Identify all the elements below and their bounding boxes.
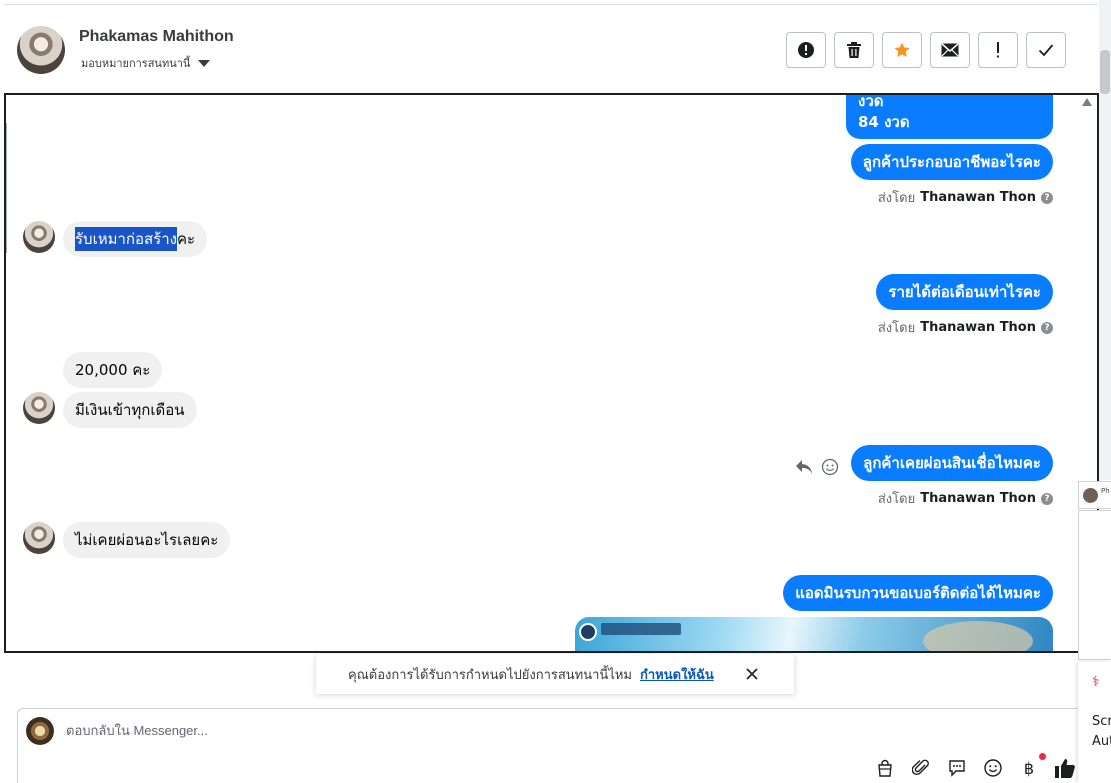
chevron-down-icon: [198, 59, 211, 67]
reply-icon[interactable]: [795, 459, 813, 475]
extension-popup-partial: ⚕ Scr Aut: [1078, 662, 1111, 783]
saved-reply-icon: [949, 760, 965, 777]
stethoscope-icon: ⚕: [1092, 674, 1100, 690]
sent-by-label: ส่งโดย Thanawan Thon ?: [878, 187, 1053, 208]
assign-label: มอบหมายการสนทนานี้: [81, 57, 191, 70]
baht-payment-icon: ฿: [1023, 758, 1035, 778]
notification-dot: [1039, 753, 1046, 760]
message-text: แอดมินรบกวนขอเบอร์ติดต่อได้ไหมคะ: [795, 584, 1041, 602]
alert-circle-icon: [798, 42, 814, 58]
message-line: 84 งวด: [858, 113, 910, 131]
incoming-message[interactable]: 20,000 คะ: [63, 352, 163, 388]
conversation-toolbar: [786, 32, 1066, 68]
follow-up-button[interactable]: [978, 32, 1018, 68]
incoming-message[interactable]: ไม่เคยผ่อนอะไรเลยคะ: [63, 522, 231, 558]
scroll-up-arrow-icon[interactable]: [1082, 98, 1092, 106]
sent-by-label: ส่งโดย Thanawan Thon ?: [878, 317, 1053, 338]
page-avatar: [26, 717, 54, 745]
message-text: คะ: [176, 230, 196, 248]
contact-avatar[interactable]: [17, 26, 65, 74]
brand-logo-icon: [579, 623, 597, 641]
paperclip-icon: [912, 759, 929, 776]
image-attachment[interactable]: [575, 617, 1053, 651]
shopping-bag-button[interactable]: [874, 757, 896, 779]
contact-name[interactable]: Phakamas Mahithon: [79, 28, 234, 46]
help-icon[interactable]: ?: [1041, 492, 1053, 505]
outgoing-message[interactable]: ลูกค้าเคยผ่อนสินเชื่อไหมคะ: [851, 445, 1053, 481]
mark-unread-button[interactable]: [930, 32, 970, 68]
contact-avatar-small[interactable]: [23, 221, 55, 253]
shopping-bag-icon: [878, 759, 892, 777]
chat-head-tab[interactable]: Ph: [1078, 481, 1111, 509]
message-text: 20,000 คะ: [75, 361, 151, 379]
message-text: ลูกค้าประกอบอาชีพอะไรคะ: [862, 153, 1041, 171]
image-graphic: [923, 621, 1033, 651]
chat-head-label: Ph: [1101, 487, 1110, 495]
exclamation-icon: [997, 42, 999, 58]
like-icon: [1055, 759, 1075, 778]
outgoing-message[interactable]: รายได้ต่อเดือนเท่าไรคะ: [876, 274, 1053, 310]
mark-done-button[interactable]: [1026, 32, 1066, 68]
incoming-message[interactable]: รับเหมาก่อสร้าง คะ: [63, 221, 208, 257]
close-icon[interactable]: [744, 666, 760, 682]
help-icon[interactable]: ?: [1041, 321, 1053, 334]
assign-suggestion-toast: คุณต้องการได้รับการกำหนดไปยังการสนทนานี้…: [316, 654, 794, 694]
emoji-button[interactable]: [982, 757, 1004, 779]
reply-input[interactable]: [66, 723, 766, 738]
message-thread[interactable]: งวด 84 งวด ลูกค้าประกอบอาชีพอะไรคะ ส่งโด…: [4, 93, 1099, 653]
message-line: งวด: [858, 93, 884, 110]
star-button[interactable]: [882, 32, 922, 68]
inbox-conversation-view: Phakamas Mahithon มอบหมายการสนทนานี้ งวด…: [0, 0, 1111, 783]
attach-button[interactable]: [910, 757, 932, 779]
incoming-message[interactable]: มีเงินเข้าทุกเดือน: [63, 392, 197, 428]
sender-name: Thanawan Thon: [920, 190, 1036, 205]
contact-avatar-small[interactable]: [23, 522, 55, 554]
trash-icon: [847, 42, 861, 58]
message-text: รายได้ต่อเดือนเท่าไรคะ: [888, 283, 1041, 301]
assign-conversation-dropdown[interactable]: มอบหมายการสนทนานี้: [81, 54, 211, 72]
assign-to-me-link[interactable]: กำหนดให้ฉัน: [640, 664, 714, 685]
image-banner-text: [601, 623, 681, 635]
sender-name: Thanawan Thon: [920, 320, 1036, 335]
message-text: มีเงินเข้าทุกเดือน: [75, 401, 185, 419]
emoji-icon: [984, 759, 1002, 777]
sent-by-prefix: ส่งโดย: [877, 191, 916, 206]
outgoing-message[interactable]: แอดมินรบกวนขอเบอร์ติดต่อได้ไหมคะ: [783, 575, 1053, 611]
message-text: ไม่เคยผ่อนอะไรเลยคะ: [75, 531, 219, 549]
payment-button[interactable]: ฿: [1018, 753, 1046, 779]
sender-name: Thanawan Thon: [920, 491, 1036, 506]
sent-by-prefix: ส่งโดย: [877, 321, 916, 336]
sent-by-label: ส่งโดย Thanawan Thon ?: [878, 488, 1053, 509]
selected-text: รับเหมาก่อสร้าง: [75, 227, 177, 251]
check-icon: [1038, 44, 1054, 57]
outgoing-message-partial[interactable]: งวด 84 งวด: [846, 93, 1053, 139]
help-icon[interactable]: ?: [1041, 191, 1053, 204]
like-button[interactable]: [1054, 757, 1076, 779]
star-icon: [894, 42, 910, 57]
chat-head-avatar: [1083, 488, 1098, 503]
page-scrollbar-thumb[interactable]: [1100, 50, 1110, 94]
saved-reply-button[interactable]: [946, 757, 968, 779]
sent-by-prefix: ส่งโดย: [877, 492, 916, 507]
side-panel-partial: [1078, 510, 1111, 660]
extension-line-1: Scr: [1092, 714, 1111, 729]
conversation-header: Phakamas Mahithon มอบหมายการสนทนานี้: [4, 4, 1098, 92]
message-actions: [795, 458, 839, 476]
contact-avatar-small[interactable]: [23, 392, 55, 424]
report-spam-button[interactable]: [786, 32, 826, 68]
left-panel-edge: [6, 123, 7, 253]
extension-popup-text: Scr Aut: [1092, 712, 1111, 752]
composer-toolbar: ฿: [874, 753, 1076, 779]
mail-icon: [941, 43, 959, 57]
assign-suggestion-text: คุณต้องการได้รับการกำหนดไปยังการสนทนานี้…: [348, 667, 632, 683]
outgoing-message[interactable]: ลูกค้าประกอบอาชีพอะไรคะ: [850, 144, 1053, 180]
extension-line-2: Aut: [1092, 734, 1111, 749]
delete-button[interactable]: [834, 32, 874, 68]
reply-composer: ฿: [17, 708, 1087, 783]
emoji-react-icon[interactable]: [821, 458, 839, 476]
message-text: ลูกค้าเคยผ่อนสินเชื่อไหมคะ: [863, 454, 1041, 472]
